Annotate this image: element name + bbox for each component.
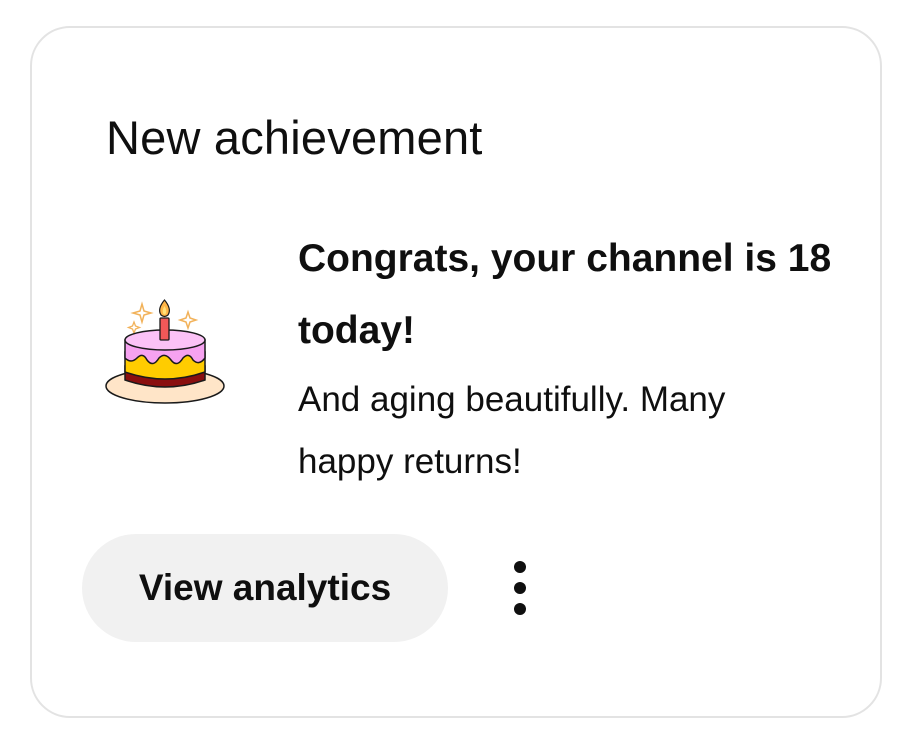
achievement-card: New achievement Congrats, your channel i… bbox=[30, 26, 882, 718]
achievement-headline: Congrats, your channel is 18 today! bbox=[298, 237, 832, 352]
more-options-button[interactable] bbox=[490, 556, 550, 620]
more-vertical-icon bbox=[490, 561, 550, 623]
birthday-cake-icon bbox=[102, 296, 228, 410]
card-title: New achievement bbox=[106, 111, 483, 164]
view-analytics-button[interactable]: View analytics bbox=[82, 534, 448, 642]
achievement-subtext: And aging beautifully. Many happy return… bbox=[298, 380, 726, 481]
